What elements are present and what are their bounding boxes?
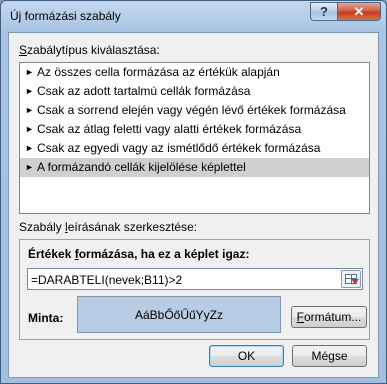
triangle-right-icon: ►	[25, 143, 34, 153]
preview-text: AáBbŐőŰűYyZz	[134, 307, 224, 322]
cancel-button[interactable]: Mégse	[292, 345, 367, 367]
cancel-button-label: Mégse	[311, 349, 348, 363]
triangle-right-icon: ►	[25, 105, 34, 115]
window-title: Új formázási szabály	[10, 9, 121, 23]
triangle-right-icon: ►	[25, 67, 34, 77]
description-heading: Szabály leírásának szerkesztése:	[19, 220, 198, 234]
rule-type-item[interactable]: ► Csak az egyedi vagy az ismétlődő értéke…	[20, 139, 369, 158]
format-button[interactable]: Formátum...	[291, 306, 367, 328]
rule-description-panel: Értékek formázása, ha ez a képlet igaz: …	[19, 239, 370, 340]
arrow-down-icon	[351, 279, 359, 284]
triangle-right-icon: ►	[25, 124, 34, 134]
formula-value: =DARABTELI(nevek;B11)>2	[31, 273, 183, 287]
ok-button-label: OK	[237, 349, 256, 363]
collapse-dialog-button[interactable]	[341, 270, 361, 288]
close-icon: ✕	[353, 3, 365, 19]
rule-type-heading: Szabálytípus kiválasztása:	[19, 43, 160, 57]
ok-button[interactable]: OK	[209, 345, 284, 367]
format-button-label: Formátum...	[296, 310, 362, 324]
rule-type-item-selected[interactable]: ► A formázandó cellák kijelölése képlette…	[20, 158, 369, 177]
rule-type-item[interactable]: ► Csak az adott tartalmú cellák formázása	[20, 82, 369, 101]
help-button[interactable]: ?	[310, 2, 338, 21]
rule-type-item[interactable]: ► Csak a sorrend elején vagy végén lévő é…	[20, 101, 369, 120]
triangle-right-icon: ►	[25, 162, 34, 172]
formula-input[interactable]: =DARABTELI(nevek;B11)>2	[27, 268, 363, 290]
format-preview: AáBbŐőŰűYyZz	[77, 296, 281, 333]
rule-type-item[interactable]: ► Az összes cella formázása az értékük al…	[20, 63, 369, 82]
title-bar[interactable]: Új formázási szabály ? ✕	[1, 1, 386, 31]
formula-heading: Értékek formázása, ha ez a képlet igaz:	[28, 247, 250, 261]
help-icon: ?	[320, 4, 328, 19]
close-button[interactable]: ✕	[337, 2, 381, 21]
preview-label: Minta:	[28, 311, 64, 325]
triangle-right-icon: ►	[25, 86, 34, 96]
dialog-window: Új formázási szabály ? ✕ Szabálytípus ki…	[0, 0, 387, 384]
dialog-body: Szabálytípus kiválasztása: ► Az összes ce…	[8, 32, 379, 378]
rule-type-list[interactable]: ► Az összes cella formázása az értékük al…	[19, 62, 370, 214]
rule-type-item[interactable]: ► Csak az átlag feletti vagy alatti érték…	[20, 120, 369, 139]
